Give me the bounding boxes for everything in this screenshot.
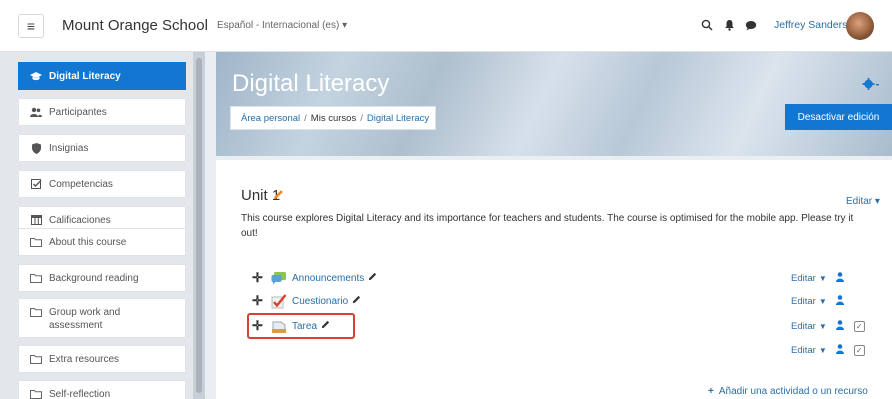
highlight-box (247, 313, 355, 339)
folder-icon (29, 389, 43, 399)
sidebar-item-digital-literacy[interactable]: Digital Literacy (18, 62, 186, 90)
quiz-icon (270, 293, 288, 309)
gear-icon[interactable] (862, 77, 880, 94)
caret-down-icon: ▼ (818, 345, 827, 355)
sidebar-item-competencias[interactable]: Competencias (18, 170, 186, 198)
activity-edit-menu[interactable]: Editar (791, 296, 816, 307)
sidebar-item-about-this-course[interactable]: About this course (18, 228, 186, 256)
section-edit-menu[interactable]: Editar ▾ (846, 196, 880, 207)
section-summary: This course explores Digital Literacy an… (241, 213, 854, 239)
breadcrumb-item[interactable]: Mis cursos (311, 113, 356, 124)
avatar[interactable] (846, 12, 874, 40)
bell-icon[interactable] (722, 16, 736, 34)
sidebar-item-label: Competencias (49, 178, 113, 190)
sidebar-scrollbar-thumb[interactable] (196, 58, 202, 393)
sidebar-item-label: Background reading (49, 272, 139, 284)
sidebar-item-background-reading[interactable]: Background reading (18, 264, 186, 292)
shield-icon (29, 142, 43, 154)
caret-down-icon: ▼ (818, 273, 827, 283)
add-activity-label: Añadir una actividad o un recurso (718, 386, 868, 397)
menu-toggle-button[interactable]: ≡ (18, 14, 44, 38)
user-menu-name[interactable]: Jeffrey Sanders (774, 19, 847, 31)
breadcrumb-item[interactable]: Área personal (241, 113, 300, 124)
sidebar-item-self-reflection[interactable]: Self-reflection (18, 380, 186, 399)
language-menu[interactable]: Español - Internacional (es) ▾ (217, 20, 347, 31)
hamburger-icon: ≡ (26, 18, 36, 34)
turn-editing-off-button[interactable]: Desactivar edición (785, 104, 892, 130)
move-icon[interactable]: ✛ (252, 270, 270, 286)
sidebar-item-label-line2: assessment (49, 320, 103, 331)
folder-icon (29, 273, 43, 283)
caret-down-icon: ▼ (818, 296, 827, 306)
person-icon[interactable] (835, 294, 844, 308)
site-name[interactable]: Mount Orange School (62, 17, 208, 34)
sidebar-item-label: Self-reflection (49, 388, 111, 399)
breadcrumb-separator: / (360, 112, 363, 124)
graduation-cap-icon (29, 71, 43, 81)
edit-pencil-icon[interactable] (368, 272, 377, 284)
breadcrumb-separator: / (304, 112, 307, 124)
activity-edit-controls: Editar ▼ (791, 293, 844, 309)
search-icon[interactable] (700, 16, 714, 34)
person-icon[interactable] (835, 343, 844, 357)
sidebar-item-participantes[interactable]: Participantes (18, 98, 186, 126)
top-navbar: ≡ Mount Orange School Español - Internac… (0, 0, 892, 52)
page-title: Digital Literacy (232, 70, 390, 97)
activity-edit-menu[interactable]: Editar (791, 321, 816, 332)
sidebar-item-label: Group work and assessment (49, 306, 120, 332)
person-icon[interactable] (835, 319, 844, 333)
edit-pencil-icon[interactable] (352, 295, 361, 307)
sidebar-item-label: Calificaciones (49, 214, 111, 226)
edit-title-pencil-icon[interactable] (273, 189, 284, 203)
breadcrumb: Área personal / Mis cursos / Digital Lit… (230, 106, 436, 130)
sidebar-item-insignias[interactable]: Insignias (18, 134, 186, 162)
activity-edit-controls: Editar ▼ ✓ (791, 342, 865, 358)
add-activity-link[interactable]: + Añadir una actividad o un recurso (708, 386, 868, 397)
breadcrumb-item[interactable]: Digital Literacy (367, 113, 429, 124)
sidebar-item-label: Digital Literacy (49, 70, 121, 82)
activity-edit-controls: Editar ▼ (791, 270, 844, 286)
table-icon (29, 215, 43, 225)
folder-icon (29, 237, 43, 247)
forum-icon (270, 270, 288, 286)
users-icon (29, 107, 43, 117)
folder-icon (29, 354, 43, 364)
activity-edit-menu[interactable]: Editar (791, 273, 816, 284)
checked-box-icon (29, 179, 43, 189)
sidebar-item-label: Insignias (49, 142, 89, 154)
move-icon[interactable]: ✛ (252, 293, 270, 309)
sidebar-item-label-line1: Group work and (49, 307, 121, 318)
person-icon[interactable] (835, 271, 844, 285)
chat-icon[interactable] (744, 16, 758, 34)
sidebar-item-label: Extra resources (49, 353, 120, 365)
activity-link[interactable]: Announcements (292, 273, 364, 284)
activity-edit-controls: Editar ▼ ✓ (791, 318, 865, 334)
sidebar-item-label: About this course (49, 236, 127, 248)
sidebar-item-label: Participantes (49, 106, 107, 118)
sidebar-item-extra-resources[interactable]: Extra resources (18, 345, 186, 373)
caret-down-icon: ▼ (818, 321, 827, 331)
completion-checkbox[interactable]: ✓ (853, 320, 865, 332)
folder-icon (29, 307, 43, 317)
activity-edit-menu[interactable]: Editar (791, 345, 816, 356)
sidebar-item-group-work[interactable]: Group work and assessment (18, 298, 186, 338)
activity-row: ✛ Announcements (252, 268, 377, 288)
activity-link[interactable]: Cuestionario (292, 296, 348, 307)
completion-checkbox[interactable]: ✓ (853, 344, 865, 356)
activity-row: ✛ Cuestionario (252, 291, 361, 311)
plus-icon: + (708, 386, 714, 397)
